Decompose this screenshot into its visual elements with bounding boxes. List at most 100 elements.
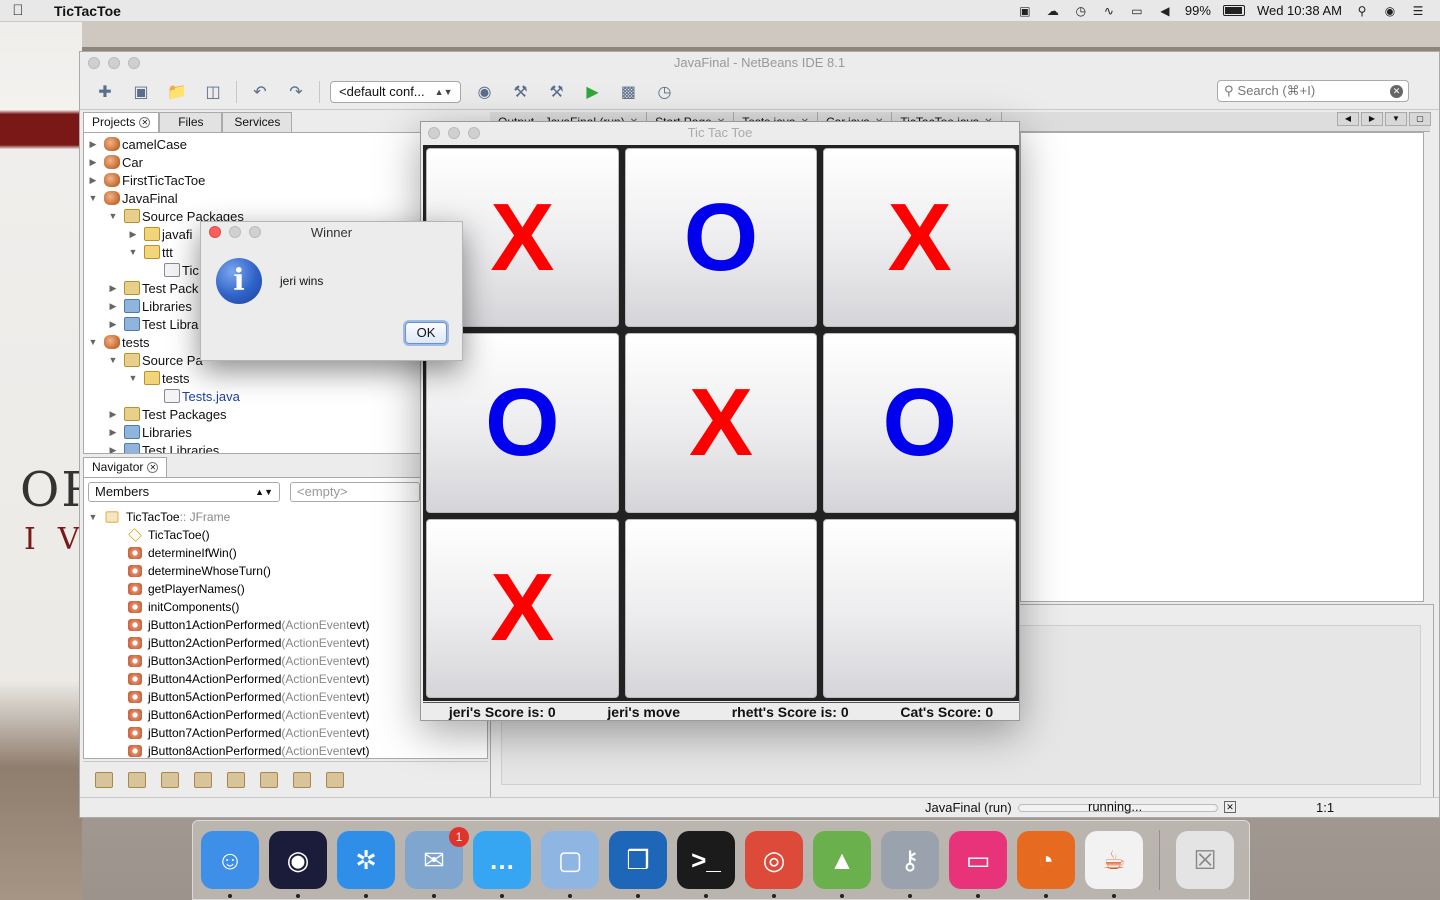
expand-arrow-icon[interactable]: ▶ [108,301,118,312]
save-all-button[interactable]: ◫ [200,80,226,104]
minimize-window-button[interactable] [448,127,460,139]
profile-project-button[interactable]: ◷ [651,80,677,104]
redo-button[interactable]: ↷ [283,80,309,104]
expand-arrow-icon[interactable]: ▼ [108,355,118,365]
expand-arrow-icon[interactable]: ▶ [128,229,138,240]
board-cell-6[interactable]: O [823,333,1016,513]
ide-search-input[interactable]: ⚲ Search (⌘+I) ✕ [1217,80,1409,102]
expand-arrow-icon[interactable]: ▶ [88,175,98,186]
java-icon[interactable]: ☕ [1085,831,1143,898]
navigator-filter-select[interactable]: <empty> [290,482,420,502]
board-cell-8[interactable] [624,518,818,698]
apple-menu-icon[interactable]:  [0,2,36,19]
board-cell-9[interactable] [823,518,1016,698]
expand-arrow-icon[interactable]: ▶ [108,445,118,454]
expand-arrow-icon[interactable]: ▶ [88,139,98,150]
close-window-button[interactable] [428,127,440,139]
keychain-icon[interactable]: ⚷ [881,831,939,898]
virtualbox-icon[interactable]: ▢ [541,831,599,898]
tab-services[interactable]: Services [222,112,293,132]
navigator-member[interactable]: jButton7ActionPerformed (ActionEvent evt) [84,724,487,742]
filter-methods-icon[interactable] [227,771,245,788]
expand-arrow-icon[interactable]: ▶ [108,409,118,420]
new-project-button[interactable]: ▣ [128,80,154,104]
board-cell-2[interactable]: O [624,148,818,328]
tab-list-icon[interactable]: ▼ [1385,112,1407,126]
expand-arrow-icon[interactable]: ▶ [88,157,98,168]
spotlight-search-icon[interactable]: ⚲ [1354,4,1370,18]
finder-icon[interactable]: ☺ [201,831,259,898]
expand-arrow-icon[interactable]: ▼ [88,193,98,203]
messages-icon[interactable]: … [473,831,531,898]
new-file-button[interactable]: ✚ [92,80,118,104]
clock[interactable]: Wed 10:38 AM [1257,3,1342,18]
board-cell-7[interactable]: X [426,518,619,698]
clean-build-button[interactable]: ⚒ [543,80,569,104]
running-task-label[interactable]: JavaFinal (run) [925,800,1012,815]
filter-fields-icon[interactable] [128,771,146,788]
filter-static-icon[interactable] [161,771,179,788]
undo-button[interactable]: ↶ [247,80,273,104]
expand-arrow-icon[interactable]: ▼ [88,337,98,347]
board-cell-5[interactable]: X [624,333,818,513]
terminal-icon[interactable]: >_ [677,831,735,898]
maximize-editor-icon[interactable]: ▢ [1409,112,1431,126]
expand-arrow-icon[interactable]: ▶ [108,427,118,438]
trash-icon[interactable]: ☒ [1176,831,1234,889]
expand-arrow-icon[interactable]: ▼ [108,211,118,221]
close-tab-icon[interactable]: ✕ [139,117,151,128]
expand-arrow-icon[interactable]: ▼ [128,373,138,383]
app-menu-name[interactable]: TicTacToe [54,3,121,19]
close-tab-icon[interactable]: ✕ [147,462,159,473]
screen-mirror-icon[interactable]: ▣ [1017,4,1033,18]
mail-icon[interactable]: ✉ 1 [405,827,469,898]
tab-files[interactable]: Files [159,112,223,132]
zoom-window-button[interactable] [128,57,140,69]
battery-icon[interactable] [1222,5,1245,16]
siri-menu-icon[interactable]: ◉ [1382,4,1398,18]
tab-projects[interactable]: Projects ✕ [83,112,160,132]
sort-by-source-icon[interactable] [326,771,344,788]
close-dialog-button[interactable] [209,226,221,238]
chrome-icon[interactable]: ◎ [745,831,803,898]
scroll-right-icon[interactable]: ▶ [1361,112,1383,126]
safari-icon[interactable]: ✲ [337,831,395,898]
ok-button[interactable]: OK [405,322,447,344]
open-project-button[interactable]: 📁 [164,80,190,104]
notifications-icon[interactable]: ☁ [1045,4,1061,18]
close-window-button[interactable] [88,57,100,69]
volume-icon[interactable]: ◀ [1157,4,1173,18]
tab-navigator[interactable]: Navigator ✕ [83,457,168,477]
notification-center-icon[interactable]: ☰ [1410,4,1426,18]
expand-arrow-icon[interactable]: ▶ [108,283,118,294]
run-project-button[interactable]: ▶ [579,80,605,104]
configuration-select[interactable]: <default conf... ▲▼ [330,80,462,103]
scroll-left-icon[interactable]: ◀ [1337,112,1359,126]
firefox-icon[interactable]: ◔ [1017,831,1075,898]
time-machine-icon[interactable]: ◷ [1073,4,1089,18]
filter-nonpublic-icon[interactable] [194,771,212,788]
filter-expand-icon[interactable] [260,771,278,788]
zoom-window-button[interactable] [468,127,480,139]
build-hammer-button[interactable]: ⚒ [507,80,533,104]
expand-arrow-icon[interactable]: ▶ [108,319,118,330]
wifi-icon[interactable]: ∿ [1101,4,1117,18]
expand-arrow-icon[interactable]: ▼ [128,247,138,257]
debug-project-button[interactable]: ▩ [615,80,641,104]
browser-globe-button[interactable]: ◉ [471,80,497,104]
stop-task-icon[interactable]: ✕ [1224,801,1236,813]
airplay-icon[interactable]: ▭ [1129,4,1145,18]
navigator-member[interactable]: jButton8ActionPerformed (ActionEvent evt) [84,742,487,758]
filter-inherited-icon[interactable] [95,771,113,788]
minimize-window-button[interactable] [108,57,120,69]
cisco-icon[interactable]: ❒ [609,831,667,898]
android-studio-icon[interactable]: ▲ [813,831,871,898]
sort-by-name-icon[interactable] [293,771,311,788]
code-editor[interactable] [1020,132,1424,602]
board-cell-3[interactable]: X [823,148,1016,328]
siri-icon[interactable]: ◉ [269,831,327,898]
clear-search-icon[interactable]: ✕ [1390,84,1403,98]
cleanmymac-icon[interactable]: ▭ [949,831,1007,898]
members-select[interactable]: Members ▲▼ [88,482,280,502]
expand-arrow-icon[interactable]: ▼ [88,512,98,522]
